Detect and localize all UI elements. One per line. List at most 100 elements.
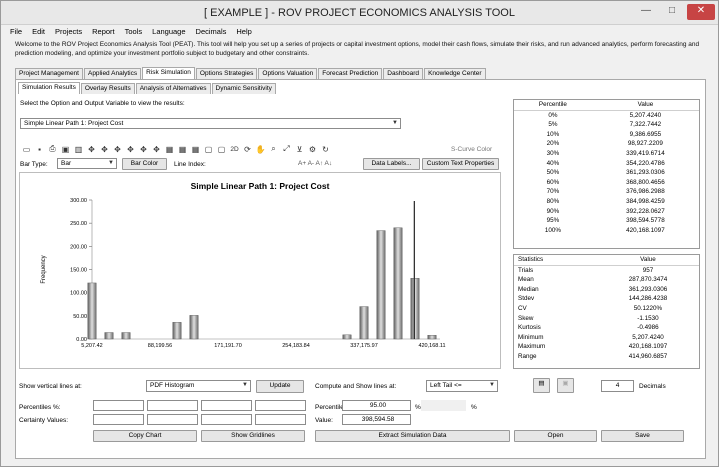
grid-icon[interactable]: ▦ — [176, 144, 189, 155]
refresh-icon[interactable]: ↻ — [319, 144, 332, 155]
zoom-icon[interactable]: ⌕ — [267, 144, 280, 155]
statistics-cell: Stdev — [518, 295, 535, 303]
menu-file[interactable]: File — [5, 26, 27, 38]
menu-decimals[interactable]: Decimals — [191, 26, 232, 38]
save-button[interactable]: Save — [601, 430, 684, 442]
tab-risk-simulation[interactable]: Risk Simulation — [142, 67, 195, 79]
statistics-row: Kurtosis -0.4986 — [514, 323, 699, 333]
open-button[interactable]: Open — [514, 430, 597, 442]
data-labels-button[interactable]: Data Labels... — [363, 158, 420, 170]
show-lines-select[interactable]: PDF Histogram ▼ — [146, 380, 251, 392]
menu-language[interactable]: Language — [147, 26, 190, 38]
tab-overlay-results[interactable]: Overlay Results — [80, 83, 135, 94]
percentile-row: 60% 368,800.4656 — [514, 178, 699, 188]
percentile-input-4[interactable] — [255, 400, 306, 411]
close-button[interactable]: ✕ — [687, 4, 715, 20]
certainty-input-2[interactable] — [147, 414, 198, 425]
main-tabs: Project Management Applied Analytics Ris… — [15, 67, 487, 79]
move-icon[interactable]: ✥ — [137, 144, 150, 155]
percentile-row: 95% 398,594.5778 — [514, 216, 699, 226]
move-icon[interactable]: ✥ — [111, 144, 124, 155]
font-size-tools[interactable]: A+ A- A↑ A↓ — [298, 160, 332, 167]
extract-data-button[interactable]: Extract Simulation Data — [315, 430, 510, 442]
statistics-cell: 5,207.4240 — [632, 333, 664, 341]
tab-options-strategies[interactable]: Options Strategies — [195, 68, 258, 79]
bar-type-select[interactable]: Bar ▼ — [57, 158, 117, 169]
statistics-cell: Median — [518, 285, 539, 293]
percentile-row: 20% 98,927.2209 — [514, 139, 699, 149]
tab-dynamic-sensitivity[interactable]: Dynamic Sensitivity — [211, 83, 276, 94]
tab-knowledge-center[interactable]: Knowledge Center — [424, 68, 486, 79]
menu-bar: File Edit Projects Report Tools Language… — [5, 26, 257, 38]
certainty-input-1[interactable] — [93, 414, 144, 425]
statistics-cell: Mean — [518, 276, 534, 284]
chevron-down-icon: ▼ — [108, 160, 114, 166]
menu-report[interactable]: Report — [87, 26, 120, 38]
percentile-cell: 90% — [546, 207, 560, 215]
tab-analysis-of-alternatives[interactable]: Analysis of Alternatives — [135, 83, 211, 94]
print-icon[interactable]: ⎙ — [46, 144, 59, 155]
maximize-button[interactable]: □ — [660, 4, 684, 20]
minimize-button[interactable]: — — [634, 4, 658, 20]
grid-icon[interactable]: ▦ — [163, 144, 176, 155]
grid-icon[interactable]: ▦ — [189, 144, 202, 155]
percentile-field[interactable]: 95.00 — [342, 400, 411, 411]
bar-color-button[interactable]: Bar Color — [122, 158, 167, 170]
move-icon[interactable]: ✥ — [98, 144, 111, 155]
menu-edit[interactable]: Edit — [27, 26, 50, 38]
statistics-row: Range 414,960.6857 — [514, 352, 699, 362]
statistics-cell: CV — [518, 304, 527, 312]
folder-icon[interactable]: ▭ — [20, 144, 33, 155]
tab-project-management[interactable]: Project Management — [15, 68, 83, 79]
chart-export-icon[interactable]: ▤ — [533, 378, 550, 393]
copy-icon[interactable]: ▣ — [557, 378, 574, 393]
menu-help[interactable]: Help — [231, 26, 256, 38]
y-tick-label: 250.00 — [70, 221, 87, 227]
percentile-row: 50% 361,293.0306 — [514, 168, 699, 178]
tab-simulation-results[interactable]: Simulation Results — [18, 82, 80, 94]
tab-applied-analytics[interactable]: Applied Analytics — [83, 68, 142, 79]
hand-icon[interactable]: ✋ — [254, 144, 267, 155]
frame-icon[interactable]: ▢ — [202, 144, 215, 155]
move-icon[interactable]: ✥ — [150, 144, 163, 155]
percentile-input-1[interactable] — [93, 400, 144, 411]
percentile-header-row: Percentile Value — [514, 100, 699, 111]
move-icon[interactable]: ✥ — [124, 144, 137, 155]
menu-projects[interactable]: Projects — [50, 26, 87, 38]
scurve-color-label[interactable]: S-Curve Color — [451, 146, 492, 153]
show-lines-label: Show vertical lines at: — [19, 383, 82, 390]
decimals-stepper[interactable]: 4 — [601, 380, 634, 392]
save-icon[interactable]: ▪ — [33, 144, 46, 155]
percentile-row: 40% 354,220.4786 — [514, 159, 699, 169]
frame-icon[interactable]: ▢ — [215, 144, 228, 155]
percentile-row: 10% 9,386.6955 — [514, 130, 699, 140]
certainty-input-4[interactable] — [255, 414, 306, 425]
label-2d-button[interactable]: 2D — [228, 144, 241, 155]
statistics-cell: 414,960.6857 — [628, 352, 668, 360]
chart-icon[interactable]: ▥ — [72, 144, 85, 155]
settings-icon[interactable]: ⚙ — [306, 144, 319, 155]
tab-dashboard[interactable]: Dashboard — [383, 68, 424, 79]
certainty-input-3[interactable] — [201, 414, 252, 425]
menu-tools[interactable]: Tools — [120, 26, 148, 38]
copy-chart-button[interactable]: Copy Chart — [93, 430, 197, 442]
percentile-input-3[interactable] — [201, 400, 252, 411]
rotate-icon[interactable]: ⟳ — [241, 144, 254, 155]
y-tick-label: 50.00 — [73, 314, 87, 320]
variable-select[interactable]: Simple Linear Path 1: Project Cost ▼ — [20, 118, 401, 129]
filter-icon[interactable]: ⊻ — [293, 144, 306, 155]
percentile-input-2[interactable] — [147, 400, 198, 411]
compute-select[interactable]: Left Tail <= ▼ — [426, 380, 498, 392]
update-button[interactable]: Update — [256, 380, 304, 393]
show-gridlines-button[interactable]: Show Gridlines — [201, 430, 305, 442]
percentile-cell: 354,220.4786 — [626, 159, 665, 167]
tab-options-valuation[interactable]: Options Valuation — [258, 68, 318, 79]
value-field[interactable]: 398,594.58 — [342, 414, 411, 425]
copy-icon[interactable]: ▣ — [59, 144, 72, 155]
histogram-bar — [87, 282, 97, 340]
custom-text-button[interactable]: Custom Text Properties — [422, 158, 499, 170]
move-icon[interactable]: ✥ — [85, 144, 98, 155]
statistics-cell: 50.1220% — [633, 304, 663, 312]
axis-icon[interactable]: ⤢ — [280, 144, 293, 155]
tab-forecast-prediction[interactable]: Forecast Prediction — [318, 68, 383, 79]
